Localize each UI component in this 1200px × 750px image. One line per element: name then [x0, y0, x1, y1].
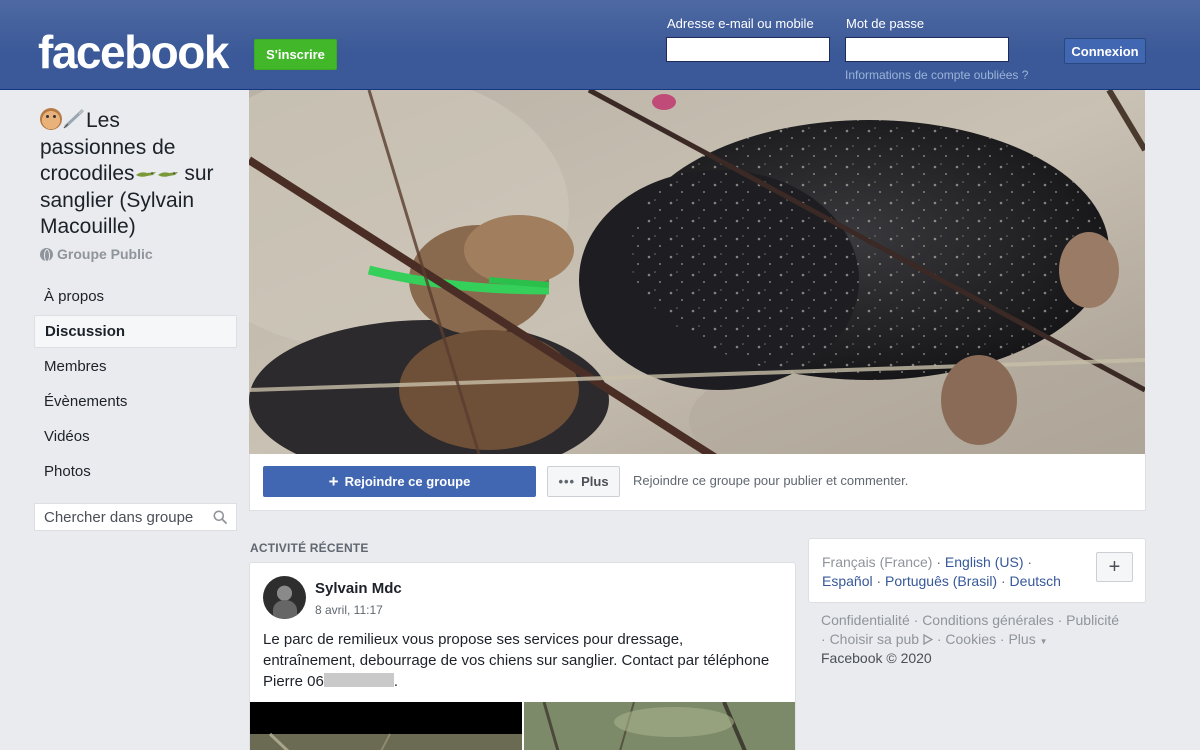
- caret-down-icon: ▼: [1039, 637, 1048, 646]
- search-icon[interactable]: [213, 510, 227, 524]
- language-box: Français (France) · English (US) · Españ…: [808, 538, 1146, 603]
- top-bar: facebook S'inscrire Adresse e-mail ou mo…: [0, 0, 1200, 90]
- email-field[interactable]: [666, 37, 830, 62]
- footer-link-cookies[interactable]: Cookies: [945, 631, 996, 647]
- nav-item-events[interactable]: Évènements: [34, 385, 237, 418]
- cover-image: [249, 90, 1145, 454]
- hamster-emoji: [40, 108, 62, 130]
- group-title-line5: Macouille): [40, 215, 136, 238]
- copyright: Facebook © 2020: [821, 650, 932, 666]
- language-link-en[interactable]: English (US): [945, 554, 1024, 570]
- post-image-1[interactable]: [250, 702, 522, 750]
- join-group-button[interactable]: + Rejoindre ce groupe: [263, 466, 536, 497]
- cover-photo[interactable]: [249, 90, 1145, 454]
- post-text-line3-end: .: [393, 673, 399, 690]
- language-link-pt[interactable]: Português (Brasil): [885, 573, 997, 589]
- post-author[interactable]: Sylvain Mdc: [315, 580, 402, 597]
- redacted-phone: [323, 673, 394, 687]
- login-button[interactable]: Connexion: [1064, 38, 1146, 64]
- footer-link-terms[interactable]: Conditions générales: [922, 612, 1054, 628]
- nav-item-discussion[interactable]: Discussion: [34, 315, 237, 348]
- nav-item-videos[interactable]: Vidéos: [34, 420, 237, 453]
- group-title-line2: passionnes de: [40, 135, 176, 159]
- post-text-line1: Le parc de remilieux vous propose ses se…: [263, 631, 684, 648]
- group-privacy: Groupe Public: [40, 246, 153, 262]
- email-label: Adresse e-mail ou mobile: [667, 16, 814, 31]
- footer-link-ads[interactable]: Publicité: [1066, 612, 1119, 628]
- join-group-label: Rejoindre ce groupe: [344, 474, 471, 489]
- password-label: Mot de passe: [846, 16, 925, 31]
- join-hint-text: Rejoindre ce groupe pour publier et comm…: [633, 473, 909, 488]
- post-text-line2: entraînement, debourrage de vos chiens s…: [263, 652, 770, 669]
- group-search-input[interactable]: [35, 504, 205, 530]
- facebook-logo[interactable]: facebook: [38, 26, 229, 78]
- post-image-2[interactable]: [524, 702, 796, 750]
- language-list: Français (France) · English (US) · Españ…: [822, 554, 1061, 589]
- recent-activity-title: ACTIVITÉ RÉCENTE: [250, 541, 369, 555]
- post-text: Le parc de remilieux vous propose ses se…: [263, 629, 788, 692]
- syringe-emoji: [63, 109, 84, 129]
- group-nav: À propos Discussion Membres Évènements V…: [34, 280, 237, 490]
- group-privacy-label: Groupe Public: [57, 246, 153, 262]
- crocodile-emoji: [135, 172, 156, 177]
- password-field[interactable]: [845, 37, 1009, 62]
- post-text-line3-start: Pierre 06: [263, 673, 324, 690]
- more-button[interactable]: ••• Plus: [547, 466, 620, 497]
- plus-icon: +: [328, 472, 339, 491]
- group-title-line4: sanglier (Sylvain: [40, 188, 195, 212]
- cover-actions-bar: + Rejoindre ce groupe ••• Plus Rejoindre…: [249, 454, 1146, 511]
- footer-link-more[interactable]: Plus: [1008, 631, 1035, 647]
- footer-link-privacy[interactable]: Confidentialité: [821, 612, 910, 628]
- more-label: Plus: [581, 474, 609, 489]
- more-dots-icon: •••: [558, 474, 576, 489]
- email-input[interactable]: [667, 38, 829, 61]
- nav-item-about[interactable]: À propos: [34, 280, 237, 313]
- nav-item-photos[interactable]: Photos: [34, 455, 237, 488]
- globe-icon: [40, 247, 53, 262]
- language-link-es[interactable]: Español: [822, 573, 873, 589]
- post-card: Sylvain Mdc 8 avril, 11:17 Le parc de re…: [249, 562, 796, 750]
- group-search[interactable]: [34, 503, 237, 531]
- nav-item-members[interactable]: Membres: [34, 350, 237, 383]
- footer-links: Confidentialité · Conditions générales ·…: [821, 612, 1120, 647]
- language-current: Français (France): [822, 554, 933, 570]
- adchoices-icon: [923, 633, 934, 646]
- group-title-line3a: crocodiles: [40, 162, 135, 185]
- password-input[interactable]: [846, 38, 1008, 61]
- more-languages-button[interactable]: +: [1096, 552, 1133, 582]
- footer-link-adchoices[interactable]: Choisir sa pub: [830, 631, 920, 647]
- avatar[interactable]: [263, 576, 306, 619]
- group-title[interactable]: Les passionnes de crocodiles sur sanglie…: [40, 108, 240, 241]
- forgot-account-link[interactable]: Informations de compte oubliées ?: [845, 68, 1028, 82]
- crocodile-emoji: [157, 172, 178, 177]
- group-title-line3b: sur: [178, 162, 214, 185]
- language-link-de[interactable]: Deutsch: [1010, 573, 1061, 589]
- group-title-line1: Les: [86, 109, 120, 132]
- post-timestamp[interactable]: 8 avril, 11:17: [315, 603, 383, 617]
- signup-button[interactable]: S'inscrire: [254, 39, 337, 70]
